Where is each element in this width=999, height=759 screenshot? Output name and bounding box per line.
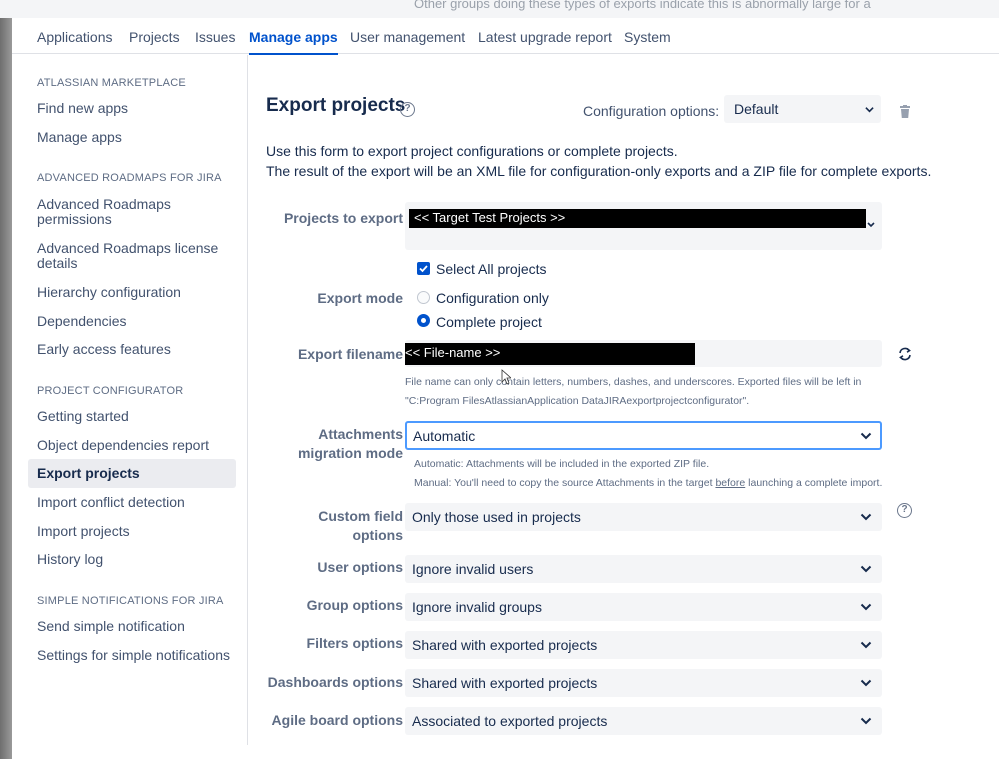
sidebar-item-find-new-apps[interactable]: Find new apps xyxy=(37,101,242,116)
select-all-label: Select All projects xyxy=(436,261,547,277)
sidebar-item-history-log[interactable]: History log xyxy=(37,552,242,567)
complete-project-label: Complete project xyxy=(436,314,542,330)
background-text: Other groups doing these types of export… xyxy=(414,0,871,11)
configuration-only-label: Configuration only xyxy=(436,290,549,306)
top-nav: Applications Projects Issues Manage apps… xyxy=(12,18,999,55)
main-content: Export projects ? Configuration options:… xyxy=(249,55,999,755)
config-options-label: Configuration options: xyxy=(583,103,720,119)
custom-field-label-line-2: options xyxy=(352,527,403,543)
custom-field-select[interactable]: Only those used in projects xyxy=(405,503,882,531)
sidebar-item-roadmaps-license[interactable]: Advanced Roadmaps license details xyxy=(37,241,242,271)
user-options-value: Ignore invalid users xyxy=(412,561,534,577)
attachments-select-value: Automatic xyxy=(413,428,476,444)
chevron-down-icon xyxy=(867,222,875,228)
sidebar-item-import-conflict[interactable]: Import conflict detection xyxy=(37,495,242,510)
sidebar-item-import-projects[interactable]: Import projects xyxy=(37,524,242,539)
mouse-cursor-icon xyxy=(501,369,511,385)
before-link: before xyxy=(715,477,746,489)
chevron-down-icon xyxy=(860,565,872,573)
attachments-help-manual: Manual: You'll need to copy the source A… xyxy=(414,477,883,489)
filename-help-2: "C:Program FilesAtlassianApplication Dat… xyxy=(405,395,750,407)
projects-multiselect[interactable]: << Target Test Projects >> xyxy=(405,202,882,250)
custom-field-label: Custom field options xyxy=(263,507,403,545)
agile-board-options-label: Agile board options xyxy=(271,712,403,728)
select-all-checkbox[interactable] xyxy=(417,262,430,275)
sidebar-item-dependencies[interactable]: Dependencies xyxy=(37,314,242,329)
attachments-label-line-1: Attachments xyxy=(318,426,403,442)
projects-selected-value: << Target Test Projects >> xyxy=(409,209,866,228)
agile-board-options-value: Associated to exported projects xyxy=(412,713,608,729)
group-options-label: Group options xyxy=(306,597,403,613)
sidebar-heading-marketplace: ATLASSIAN MARKETPLACE xyxy=(37,77,186,89)
chevron-down-icon xyxy=(860,679,872,687)
filters-options-label: Filters options xyxy=(306,635,403,651)
custom-field-label-line-1: Custom field xyxy=(318,508,403,524)
sidebar: ATLASSIAN MARKETPLACE Find new apps Mana… xyxy=(12,55,248,745)
tab-projects[interactable]: Projects xyxy=(129,29,180,45)
config-options-value: Default xyxy=(734,101,779,117)
user-options-label: User options xyxy=(317,559,403,575)
sidebar-item-early-access[interactable]: Early access features xyxy=(37,342,242,357)
filters-options-select[interactable]: Shared with exported projects xyxy=(405,631,882,659)
sidebar-item-export-projects[interactable]: Export projects xyxy=(28,459,236,488)
user-options-select[interactable]: Ignore invalid users xyxy=(405,555,882,583)
tab-system[interactable]: System xyxy=(624,29,671,45)
sidebar-item-send-notification[interactable]: Send simple notification xyxy=(37,619,242,634)
group-options-select[interactable]: Ignore invalid groups xyxy=(405,593,882,621)
tab-manage-apps[interactable]: Manage apps xyxy=(249,29,338,55)
chevron-down-icon xyxy=(865,107,874,113)
chevron-down-icon xyxy=(860,603,872,611)
attachments-help-automatic: Automatic: Attachments will be included … xyxy=(414,458,710,470)
sidebar-heading-simple-notifications: SIMPLE NOTIFICATIONS FOR JIRA xyxy=(37,595,224,607)
tab-latest-upgrade-report[interactable]: Latest upgrade report xyxy=(478,29,612,45)
description-line-1: Use this form to export project configur… xyxy=(266,143,678,159)
background-window-strip: Other groups doing these types of export… xyxy=(0,0,999,18)
tab-issues[interactable]: Issues xyxy=(195,29,235,45)
sidebar-item-object-dependencies[interactable]: Object dependencies report xyxy=(37,438,242,453)
checkmark-icon xyxy=(419,265,428,273)
chevron-down-icon xyxy=(860,641,872,649)
question-circle-icon[interactable]: ? xyxy=(400,102,415,117)
projects-to-export-label: Projects to export xyxy=(283,210,403,226)
export-mode-label: Export mode xyxy=(317,290,403,306)
filename-help-1: File name can only contain letters, numb… xyxy=(405,376,862,388)
sidebar-heading-project-configurator: PROJECT CONFIGURATOR xyxy=(37,385,184,397)
attachments-label-line-2: migration mode xyxy=(297,445,403,461)
export-filename-input[interactable]: << File-name >> xyxy=(405,340,882,367)
tab-applications[interactable]: Applications xyxy=(37,29,113,45)
export-filename-value: << File-name >> xyxy=(405,343,695,365)
radio-configuration-only[interactable] xyxy=(417,291,430,304)
filters-options-value: Shared with exported projects xyxy=(412,637,598,653)
config-options-select[interactable]: Default xyxy=(724,95,881,123)
export-filename-label: Export filename xyxy=(297,346,403,362)
dashboards-options-value: Shared with exported projects xyxy=(412,675,598,691)
tab-user-management[interactable]: User management xyxy=(350,29,465,45)
sidebar-item-notification-settings[interactable]: Settings for simple notifications xyxy=(37,648,242,663)
chevron-down-icon xyxy=(860,432,872,440)
agile-board-options-select[interactable]: Associated to exported projects xyxy=(405,707,882,735)
admin-window: Applications Projects Issues Manage apps… xyxy=(12,18,999,759)
sidebar-item-hierarchy-configuration[interactable]: Hierarchy configuration xyxy=(37,285,242,300)
sidebar-item-getting-started[interactable]: Getting started xyxy=(37,409,242,424)
dashboards-options-select[interactable]: Shared with exported projects xyxy=(405,669,882,697)
sidebar-heading-advanced-roadmaps: ADVANCED ROADMAPS FOR JIRA xyxy=(37,172,222,184)
sidebar-item-manage-apps[interactable]: Manage apps xyxy=(37,130,242,145)
chevron-down-icon xyxy=(860,513,872,521)
refresh-icon[interactable] xyxy=(897,346,913,362)
description-line-2: The result of the export will be an XML … xyxy=(266,163,932,179)
page-title: Export projects xyxy=(266,95,406,116)
trash-icon[interactable] xyxy=(899,105,911,118)
group-options-value: Ignore invalid groups xyxy=(412,599,542,615)
sidebar-item-roadmaps-permissions[interactable]: Advanced Roadmaps permissions xyxy=(37,197,242,227)
custom-field-value: Only those used in projects xyxy=(412,509,581,525)
radio-complete-project[interactable] xyxy=(417,314,430,327)
attachments-select[interactable]: Automatic xyxy=(405,421,882,450)
background-shadow xyxy=(0,18,12,759)
dashboards-options-label: Dashboards options xyxy=(267,674,403,690)
attachments-label: Attachments migration mode xyxy=(263,425,403,463)
question-circle-icon[interactable]: ? xyxy=(897,503,912,518)
chevron-down-icon xyxy=(860,717,872,725)
